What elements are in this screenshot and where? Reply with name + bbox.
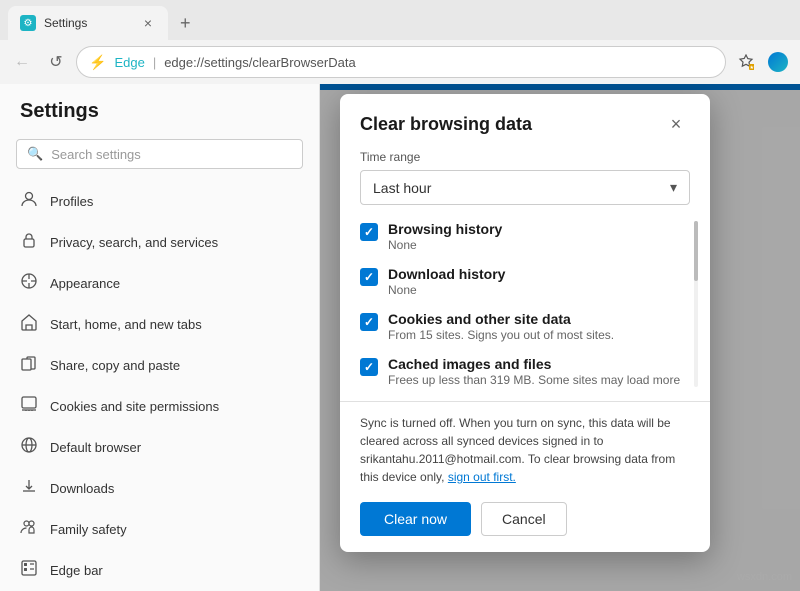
modal-title: Clear browsing data: [360, 114, 532, 135]
search-input[interactable]: [51, 147, 292, 162]
sidebar-label-cookies: Cookies and site permissions: [50, 399, 219, 414]
modal-body: Time range Last hour ▾ ✓ Browsing histor…: [340, 150, 710, 552]
browser-chrome: ⚙ Settings × + ← ↺ ⚡ Edge | edge://setti…: [0, 0, 800, 84]
check-mark-icon: ✓: [364, 225, 374, 239]
download-history-desc: None: [388, 283, 690, 297]
tab-close-btn[interactable]: ×: [140, 13, 156, 33]
active-tab[interactable]: ⚙ Settings ×: [8, 6, 168, 40]
sidebar-item-appearance[interactable]: Appearance: [0, 263, 319, 304]
address-separator: |: [153, 55, 156, 70]
cached-label: Cached images and files: [388, 356, 690, 372]
sidebar-label-edge-bar: Edge bar: [50, 563, 103, 578]
browsing-history-checkbox[interactable]: ✓: [360, 223, 378, 241]
edge-logo: [768, 52, 788, 72]
sidebar-item-start-home[interactable]: Start, home, and new tabs: [0, 304, 319, 345]
tab-bar: ⚙ Settings × +: [0, 0, 800, 40]
search-icon: 🔍: [27, 146, 43, 162]
family-safety-icon: [20, 518, 38, 541]
cancel-button[interactable]: Cancel: [481, 502, 567, 536]
cached-checkbox[interactable]: ✓: [360, 358, 378, 376]
cookies-label: Cookies and other site data: [388, 311, 690, 327]
sidebar-label-downloads: Downloads: [50, 481, 114, 496]
sidebar-item-downloads[interactable]: Downloads: [0, 468, 319, 509]
downloads-icon: [20, 477, 38, 500]
nav-right-icons: ★: [732, 48, 792, 76]
cookies-desc: From 15 sites. Signs you out of most sit…: [388, 328, 690, 342]
back-button[interactable]: ←: [8, 48, 36, 76]
modal-close-button[interactable]: ×: [662, 110, 690, 138]
edge-profile-icon[interactable]: [764, 48, 792, 76]
sidebar-item-privacy[interactable]: Privacy, search, and services: [0, 222, 319, 263]
chevron-down-icon: ▾: [670, 179, 677, 196]
address-path: edge://settings/clearBrowserData: [164, 55, 355, 70]
check-mark-icon: ✓: [364, 270, 374, 284]
sidebar-item-profiles[interactable]: Profiles: [0, 181, 319, 222]
sidebar-label-share-copy: Share, copy and paste: [50, 358, 180, 373]
watermark: wsxdn.com: [737, 571, 792, 583]
clear-browsing-data-modal: Clear browsing data × Time range Last ho…: [340, 94, 710, 552]
sidebar-item-cookies[interactable]: Cookies and site permissions: [0, 386, 319, 427]
download-history-checkbox[interactable]: ✓: [360, 268, 378, 286]
browsing-history-desc: None: [388, 238, 690, 252]
edge-bar-icon: [20, 559, 38, 582]
sidebar: Settings 🔍 Profiles Privacy, search, and…: [0, 84, 320, 591]
main-area: Settings 🔍 Profiles Privacy, search, and…: [0, 84, 800, 591]
sidebar-item-default-browser[interactable]: Default browser: [0, 427, 319, 468]
cached-desc: Frees up less than 319 MB. Some sites ma…: [388, 373, 690, 387]
clear-now-button[interactable]: Clear now: [360, 502, 471, 536]
checkbox-content-cached: Cached images and files Frees up less th…: [388, 356, 690, 387]
start-home-icon: [20, 313, 38, 336]
time-range-value: Last hour: [373, 180, 431, 196]
checkbox-content-cookies: Cookies and other site data From 15 site…: [388, 311, 690, 342]
new-tab-button[interactable]: +: [172, 9, 199, 38]
page-content: Clear browsing data × Time range Last ho…: [320, 84, 800, 591]
privacy-icon: [20, 231, 38, 254]
check-mark-icon: ✓: [364, 360, 374, 374]
svg-text:★: ★: [750, 65, 755, 70]
appearance-icon: [20, 272, 38, 295]
sidebar-label-privacy: Privacy, search, and services: [50, 235, 218, 250]
browsing-history-label: Browsing history: [388, 221, 690, 237]
modal-overlay: Clear browsing data × Time range Last ho…: [320, 84, 800, 591]
refresh-button[interactable]: ↺: [42, 48, 70, 76]
checkbox-row-cookies: ✓ Cookies and other site data From 15 si…: [360, 311, 690, 342]
checkbox-row-cached: ✓ Cached images and files Frees up less …: [360, 356, 690, 387]
cookies-icon: [20, 395, 38, 418]
favorite-icon[interactable]: ★: [732, 48, 760, 76]
address-brand: Edge: [114, 55, 144, 70]
default-browser-icon: [20, 436, 38, 459]
share-copy-icon: [20, 354, 38, 377]
nav-bar: ← ↺ ⚡ Edge | edge://settings/clearBrowse…: [0, 40, 800, 84]
address-favicon-icon: ⚡: [89, 54, 106, 71]
cookies-checkbox[interactable]: ✓: [360, 313, 378, 331]
sign-out-link[interactable]: sign out first.: [448, 470, 516, 484]
checkbox-row-download-history: ✓ Download history None: [360, 266, 690, 297]
time-range-label: Time range: [360, 150, 690, 164]
checkbox-content-download-history: Download history None: [388, 266, 690, 297]
modal-header: Clear browsing data ×: [340, 94, 710, 150]
tab-favicon: ⚙: [20, 15, 36, 31]
sidebar-label-profiles: Profiles: [50, 194, 93, 209]
checkbox-content-browsing-history: Browsing history None: [388, 221, 690, 252]
sidebar-label-family-safety: Family safety: [50, 522, 127, 537]
sidebar-label-start-home: Start, home, and new tabs: [50, 317, 202, 332]
checkbox-row-browsing-history: ✓ Browsing history None: [360, 221, 690, 252]
modal-footer: Clear now Cancel: [360, 502, 690, 536]
sidebar-item-family-safety[interactable]: Family safety: [0, 509, 319, 550]
search-box[interactable]: 🔍: [16, 139, 303, 169]
download-history-label: Download history: [388, 266, 690, 282]
modal-divider: [340, 401, 710, 402]
sidebar-title: Settings: [0, 100, 319, 139]
sidebar-item-share-copy[interactable]: Share, copy and paste: [0, 345, 319, 386]
profiles-icon: [20, 190, 38, 213]
sync-notice: Sync is turned off. When you turn on syn…: [360, 414, 690, 486]
sidebar-label-default-browser: Default browser: [50, 440, 141, 455]
time-range-dropdown[interactable]: Last hour ▾: [360, 170, 690, 205]
address-bar[interactable]: ⚡ Edge | edge://settings/clearBrowserDat…: [76, 46, 726, 78]
tab-title: Settings: [44, 16, 132, 30]
sync-notice-text: Sync is turned off. When you turn on syn…: [360, 416, 675, 484]
check-mark-icon: ✓: [364, 315, 374, 329]
sidebar-label-appearance: Appearance: [50, 276, 120, 291]
